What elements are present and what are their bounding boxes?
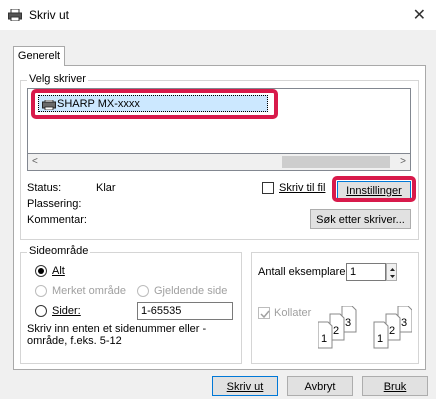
collate-label: Kollater <box>274 307 312 319</box>
collate-checkbox[interactable] <box>258 307 270 319</box>
collate-digit: 2 <box>389 325 395 337</box>
page-range-hint: Skriv inn enten et sidenummer eller -omr… <box>27 323 207 347</box>
pages-value: 1-65535 <box>141 305 182 317</box>
collate-digit: 3 <box>345 317 351 329</box>
cancel-label: Avbryt <box>304 381 336 393</box>
pages-label: Sider: <box>52 305 81 317</box>
status-label: Status: <box>27 182 62 194</box>
status-value: Klar <box>96 182 116 194</box>
tab-label: Generelt <box>17 50 61 62</box>
find-printer-button[interactable]: Søk etter skriver... <box>310 209 411 229</box>
selection-radio[interactable] <box>35 285 47 297</box>
location-label: Plassering: <box>27 198 82 210</box>
stepper-arrows-icon <box>390 268 395 278</box>
printer-icon <box>8 9 22 21</box>
copies-value: 1 <box>350 266 357 278</box>
printer-highlight <box>31 89 278 119</box>
scroll-right-icon[interactable]: > <box>400 156 406 167</box>
copies-count-label: Antall eksemplarer: <box>258 266 353 278</box>
scroll-left-icon[interactable]: < <box>32 156 38 167</box>
cancel-button[interactable]: Avbryt <box>287 376 353 396</box>
collate-digit: 1 <box>321 333 327 345</box>
print-button[interactable]: Skriv ut <box>212 376 278 396</box>
close-button[interactable]: ✕ <box>413 5 426 25</box>
all-pages-radio[interactable] <box>35 265 47 277</box>
current-page-label: Gjeldende side <box>154 285 228 297</box>
copies-stepper[interactable] <box>386 263 397 281</box>
current-page-radio[interactable] <box>137 285 149 297</box>
pages-input[interactable]: 1-65535 <box>137 302 233 320</box>
apply-button[interactable]: Bruk <box>362 376 428 396</box>
pages-radio[interactable] <box>35 305 47 317</box>
collate-digit: 3 <box>401 317 407 329</box>
collate-digit: 2 <box>333 325 339 337</box>
print-to-file-checkbox[interactable] <box>262 182 274 194</box>
preferences-highlight <box>332 176 416 202</box>
horizontal-scrollbar[interactable]: < > <box>27 154 411 171</box>
checkmark-icon <box>260 310 270 319</box>
collate-digit: 1 <box>377 333 383 345</box>
all-pages-label: Alt <box>52 265 65 277</box>
scrollbar-thumb[interactable] <box>282 156 390 168</box>
apply-label: Bruk <box>383 381 407 393</box>
find-printer-label: Søk etter skriver... <box>316 214 405 226</box>
comment-label: Kommentar: <box>27 214 87 226</box>
collate-pages-icon: 3 2 1 3 2 1 <box>318 306 412 349</box>
print-to-file-label: Skriv til fil <box>279 182 326 194</box>
radio-dot <box>38 268 44 274</box>
group-title: Velg skriver <box>27 73 88 85</box>
copies-input[interactable]: 1 <box>346 263 386 281</box>
window-title: Skriv ut <box>29 8 70 22</box>
title-bar: Skriv ut ✕ <box>0 0 436 30</box>
group-title: Sideområde <box>27 245 91 257</box>
tab-general[interactable]: Generelt <box>13 46 65 66</box>
print-label: Skriv ut <box>226 381 264 393</box>
selection-label: Merket område <box>52 285 126 297</box>
